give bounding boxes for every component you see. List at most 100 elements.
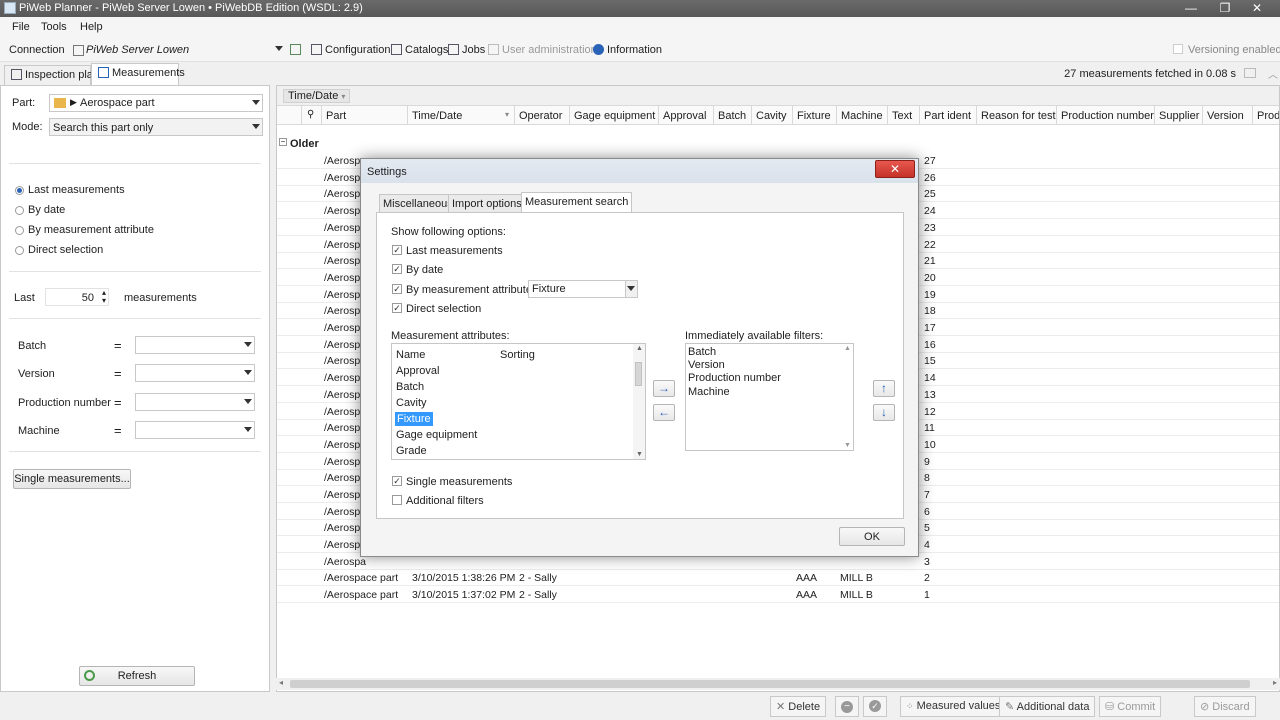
checkbox-last-measurements[interactable]: ✓ — [392, 245, 402, 255]
attributes-list[interactable]: Name Sorting Approval Batch Cavity Fixtu… — [391, 343, 646, 460]
tab-measurements[interactable]: Measurements — [91, 63, 185, 85]
tab-miscellaneous[interactable]: Miscellaneous — [379, 194, 457, 212]
radio-direct-selection[interactable] — [15, 246, 24, 255]
col-operator[interactable]: Operator — [519, 110, 562, 122]
move-right-button[interactable]: → — [653, 380, 675, 397]
checkbox-direct-selection[interactable]: ✓ — [392, 303, 402, 313]
ok-button[interactable]: OK — [839, 527, 905, 546]
col-version[interactable]: Version — [1207, 110, 1244, 122]
last-count-stepper[interactable]: 50 ▴ ▾ — [45, 288, 109, 306]
configuration-button[interactable]: Configuration — [311, 44, 390, 56]
col-machine[interactable]: Machine — [841, 110, 883, 122]
col-cavity[interactable]: Cavity — [756, 110, 787, 122]
connect-icon[interactable] — [290, 44, 301, 55]
collapse-group-icon[interactable]: − — [279, 138, 287, 146]
list-item[interactable]: Approval — [396, 365, 439, 377]
tab-inspection-plan[interactable]: Inspection plan — [4, 65, 99, 85]
delete-button[interactable]: ✕ Delete — [770, 696, 827, 717]
filter-combo-machine[interactable] — [135, 421, 255, 439]
tab-import-options[interactable]: Import options — [448, 194, 526, 212]
checkbox-single-measurements[interactable]: ✓ — [392, 476, 402, 486]
col-text[interactable]: Text — [892, 110, 912, 122]
scrollbar-thumb[interactable] — [290, 680, 1250, 688]
single-measurements-button[interactable]: Single measurements... — [13, 469, 131, 489]
attribute-combo[interactable]: Fixture — [528, 280, 638, 298]
move-left-button[interactable]: ← — [653, 404, 675, 421]
equals-operator[interactable]: = — [114, 423, 122, 438]
available-filters-list[interactable]: Batch Version Production number Machine … — [685, 343, 854, 451]
menu-file[interactable]: File — [12, 21, 30, 33]
additional-data-button[interactable]: ✎ Additional data — [999, 696, 1096, 717]
checkbox-by-attribute[interactable]: ✓ — [392, 284, 402, 294]
col-supplier[interactable]: Supplier — [1159, 110, 1199, 122]
minus-button[interactable]: − — [835, 696, 859, 717]
move-up-button[interactable]: ↑ — [873, 380, 895, 397]
jobs-button[interactable]: Jobs — [448, 44, 485, 56]
maximize-button[interactable]: ❐ — [1212, 0, 1238, 16]
col-time-date[interactable]: Time/Date — [412, 110, 462, 122]
col-approval[interactable]: Approval — [663, 110, 706, 122]
equals-operator[interactable]: = — [114, 395, 122, 410]
radio-by-date[interactable] — [15, 206, 24, 215]
check-button[interactable]: ✓ — [863, 696, 887, 717]
refresh-button[interactable]: Refresh — [79, 666, 195, 686]
list-column-name[interactable]: Name — [396, 349, 425, 361]
col-gage-equipment[interactable]: Gage equipment — [574, 110, 655, 122]
list-item[interactable]: Version — [688, 359, 725, 371]
list-column-sorting[interactable]: Sorting — [500, 349, 535, 361]
radio-last-measurements[interactable] — [15, 186, 24, 195]
col-batch[interactable]: Batch — [718, 110, 746, 122]
filter-combo-version[interactable] — [135, 364, 255, 382]
grid-options-icon[interactable] — [1244, 68, 1256, 78]
versioning-checkbox[interactable] — [1173, 44, 1183, 54]
list-item[interactable]: Batch — [396, 381, 424, 393]
collapse-icon[interactable]: ︿ — [1268, 66, 1278, 81]
col-part-ident[interactable]: Part ident — [924, 110, 971, 122]
col-part[interactable]: Part — [326, 110, 346, 122]
list-item-selected[interactable]: Fixture — [395, 412, 433, 426]
table-row[interactable]: /Aerospace part 3/10/2015 1:37:02 PM 2 -… — [277, 586, 1279, 603]
information-button[interactable]: Information — [593, 44, 662, 56]
menu-help[interactable]: Help — [80, 21, 103, 33]
list-item[interactable]: Batch — [688, 346, 716, 358]
scroll-left-icon[interactable]: ◂ — [279, 678, 283, 687]
col-reason-for-test[interactable]: Reason for test — [981, 110, 1056, 122]
checkbox-additional-filters[interactable] — [392, 495, 402, 505]
scroll-up-icon[interactable]: ▲ — [636, 345, 643, 352]
dialog-close-button[interactable]: ✕ — [875, 160, 915, 178]
scroll-right-icon[interactable]: ▸ — [1273, 678, 1277, 687]
tab-measurement-search[interactable]: Measurement search — [521, 192, 633, 213]
discard-button[interactable]: ⊘ Discard — [1194, 696, 1256, 717]
connection-combo[interactable]: PiWeb Server Lowen — [70, 41, 285, 59]
list-item[interactable]: Cavity — [396, 397, 427, 409]
filter-combo-batch[interactable] — [135, 336, 255, 354]
stepper-arrows-icon[interactable]: ▴ ▾ — [102, 289, 106, 305]
move-down-button[interactable]: ↓ — [873, 404, 895, 421]
commit-button[interactable]: ⛁ Commit — [1099, 696, 1162, 717]
scroll-down-icon[interactable]: ▼ — [636, 451, 643, 458]
list-item[interactable]: Gage equipment — [396, 429, 477, 441]
col-prod[interactable]: Prod — [1257, 110, 1279, 122]
list-item[interactable]: Production number — [688, 372, 781, 384]
minimize-button[interactable]: — — [1178, 0, 1204, 16]
scrollbar-thumb[interactable] — [635, 362, 642, 386]
horizontal-scrollbar[interactable]: ◂ ▸ — [276, 678, 1280, 690]
mode-combo[interactable]: Search this part only — [49, 118, 263, 136]
filter-combo-production-number[interactable] — [135, 393, 255, 411]
measured-values-button[interactable]: ⁘ Measured values — [900, 696, 1007, 717]
close-window-button[interactable]: ✕ — [1244, 0, 1270, 16]
table-row[interactable]: /Aerospace part 3/10/2015 1:38:26 PM 2 -… — [277, 569, 1279, 586]
attachment-icon[interactable]: ⚲ — [307, 109, 314, 120]
menu-tools[interactable]: Tools — [41, 21, 67, 33]
scroll-up-icon[interactable]: ▲ — [844, 345, 851, 352]
group-by-chip[interactable]: Time/Date ▾ — [283, 89, 351, 103]
equals-operator[interactable]: = — [114, 338, 122, 353]
equals-operator[interactable]: = — [114, 366, 122, 381]
part-combo[interactable]: ▶ Aerospace part — [49, 94, 263, 112]
list-item[interactable]: Machine — [688, 386, 730, 398]
list-item[interactable]: Grade — [396, 445, 427, 457]
user-admin-button[interactable]: User administration — [488, 44, 597, 56]
attributes-scrollbar[interactable]: ▲ ▼ — [633, 344, 645, 459]
scroll-down-icon[interactable]: ▼ — [844, 442, 851, 449]
radio-by-attribute[interactable] — [15, 226, 24, 235]
